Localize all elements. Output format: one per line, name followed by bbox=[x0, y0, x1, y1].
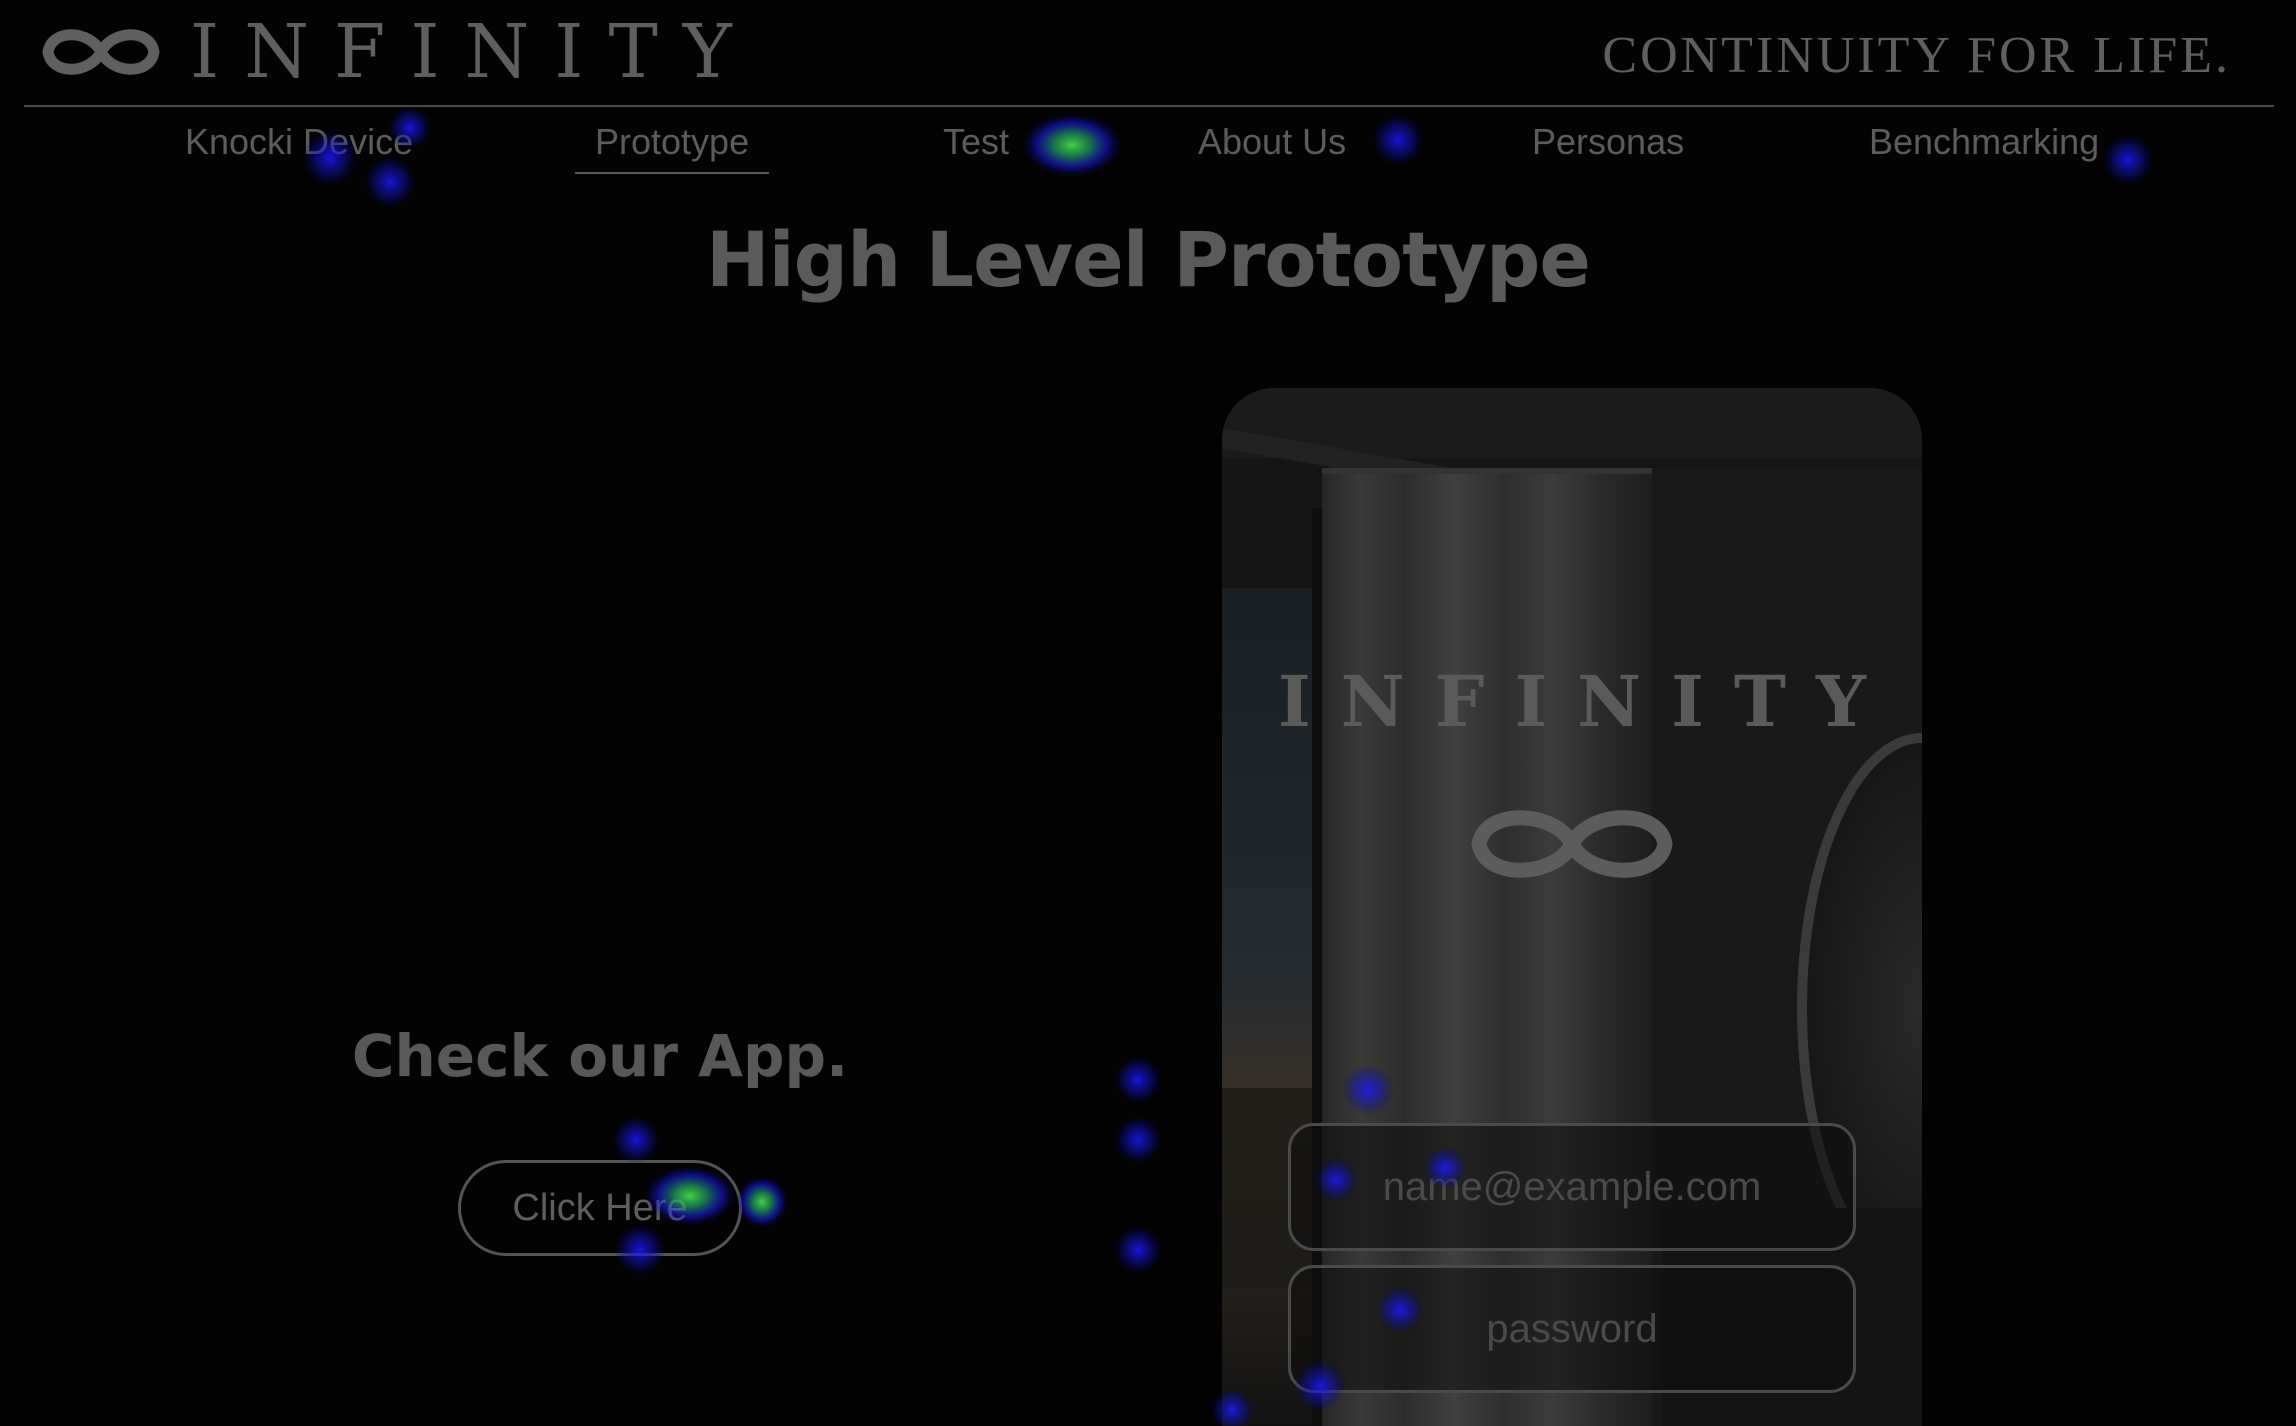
click-here-button[interactable]: Click Here bbox=[458, 1160, 742, 1256]
nav-item-personas[interactable]: Personas bbox=[1532, 112, 1684, 172]
page-title: High Level Prototype bbox=[706, 215, 1591, 304]
password-field[interactable]: password bbox=[1288, 1265, 1856, 1393]
site-logo[interactable]: INFINITY bbox=[40, 8, 757, 96]
heat-spot bbox=[1114, 1116, 1162, 1164]
nav-item-test[interactable]: Test bbox=[943, 112, 1009, 172]
heat-spot bbox=[736, 1176, 788, 1228]
nav-item-benchmarking[interactable]: Benchmarking bbox=[1869, 112, 2099, 172]
app-preview-phone: INFINITY name@example.com password bbox=[1222, 388, 1922, 1426]
infinity-icon bbox=[1471, 810, 1673, 878]
infinity-icon bbox=[42, 29, 160, 75]
tagline: CONTINUITY FOR LIFE. bbox=[1602, 27, 2231, 84]
heat-spot bbox=[1114, 1226, 1162, 1274]
main-nav: Knocki Device Prototype Test About Us Pe… bbox=[0, 112, 2296, 174]
heatmap-overlay bbox=[302, 106, 2154, 1426]
logo-wordmark: INFINITY bbox=[190, 9, 757, 95]
nav-item-prototype[interactable]: Prototype bbox=[575, 112, 770, 174]
heat-spot bbox=[1114, 1056, 1162, 1104]
nav-item-knocki-device[interactable]: Knocki Device bbox=[185, 112, 413, 172]
heat-spot bbox=[612, 1116, 660, 1164]
app-title: INFINITY bbox=[1278, 660, 1896, 743]
email-field[interactable]: name@example.com bbox=[1288, 1123, 1856, 1251]
header-divider bbox=[24, 105, 2274, 107]
nav-item-about-us[interactable]: About Us bbox=[1198, 112, 1346, 172]
cta-heading: Check our App. bbox=[351, 1022, 849, 1090]
